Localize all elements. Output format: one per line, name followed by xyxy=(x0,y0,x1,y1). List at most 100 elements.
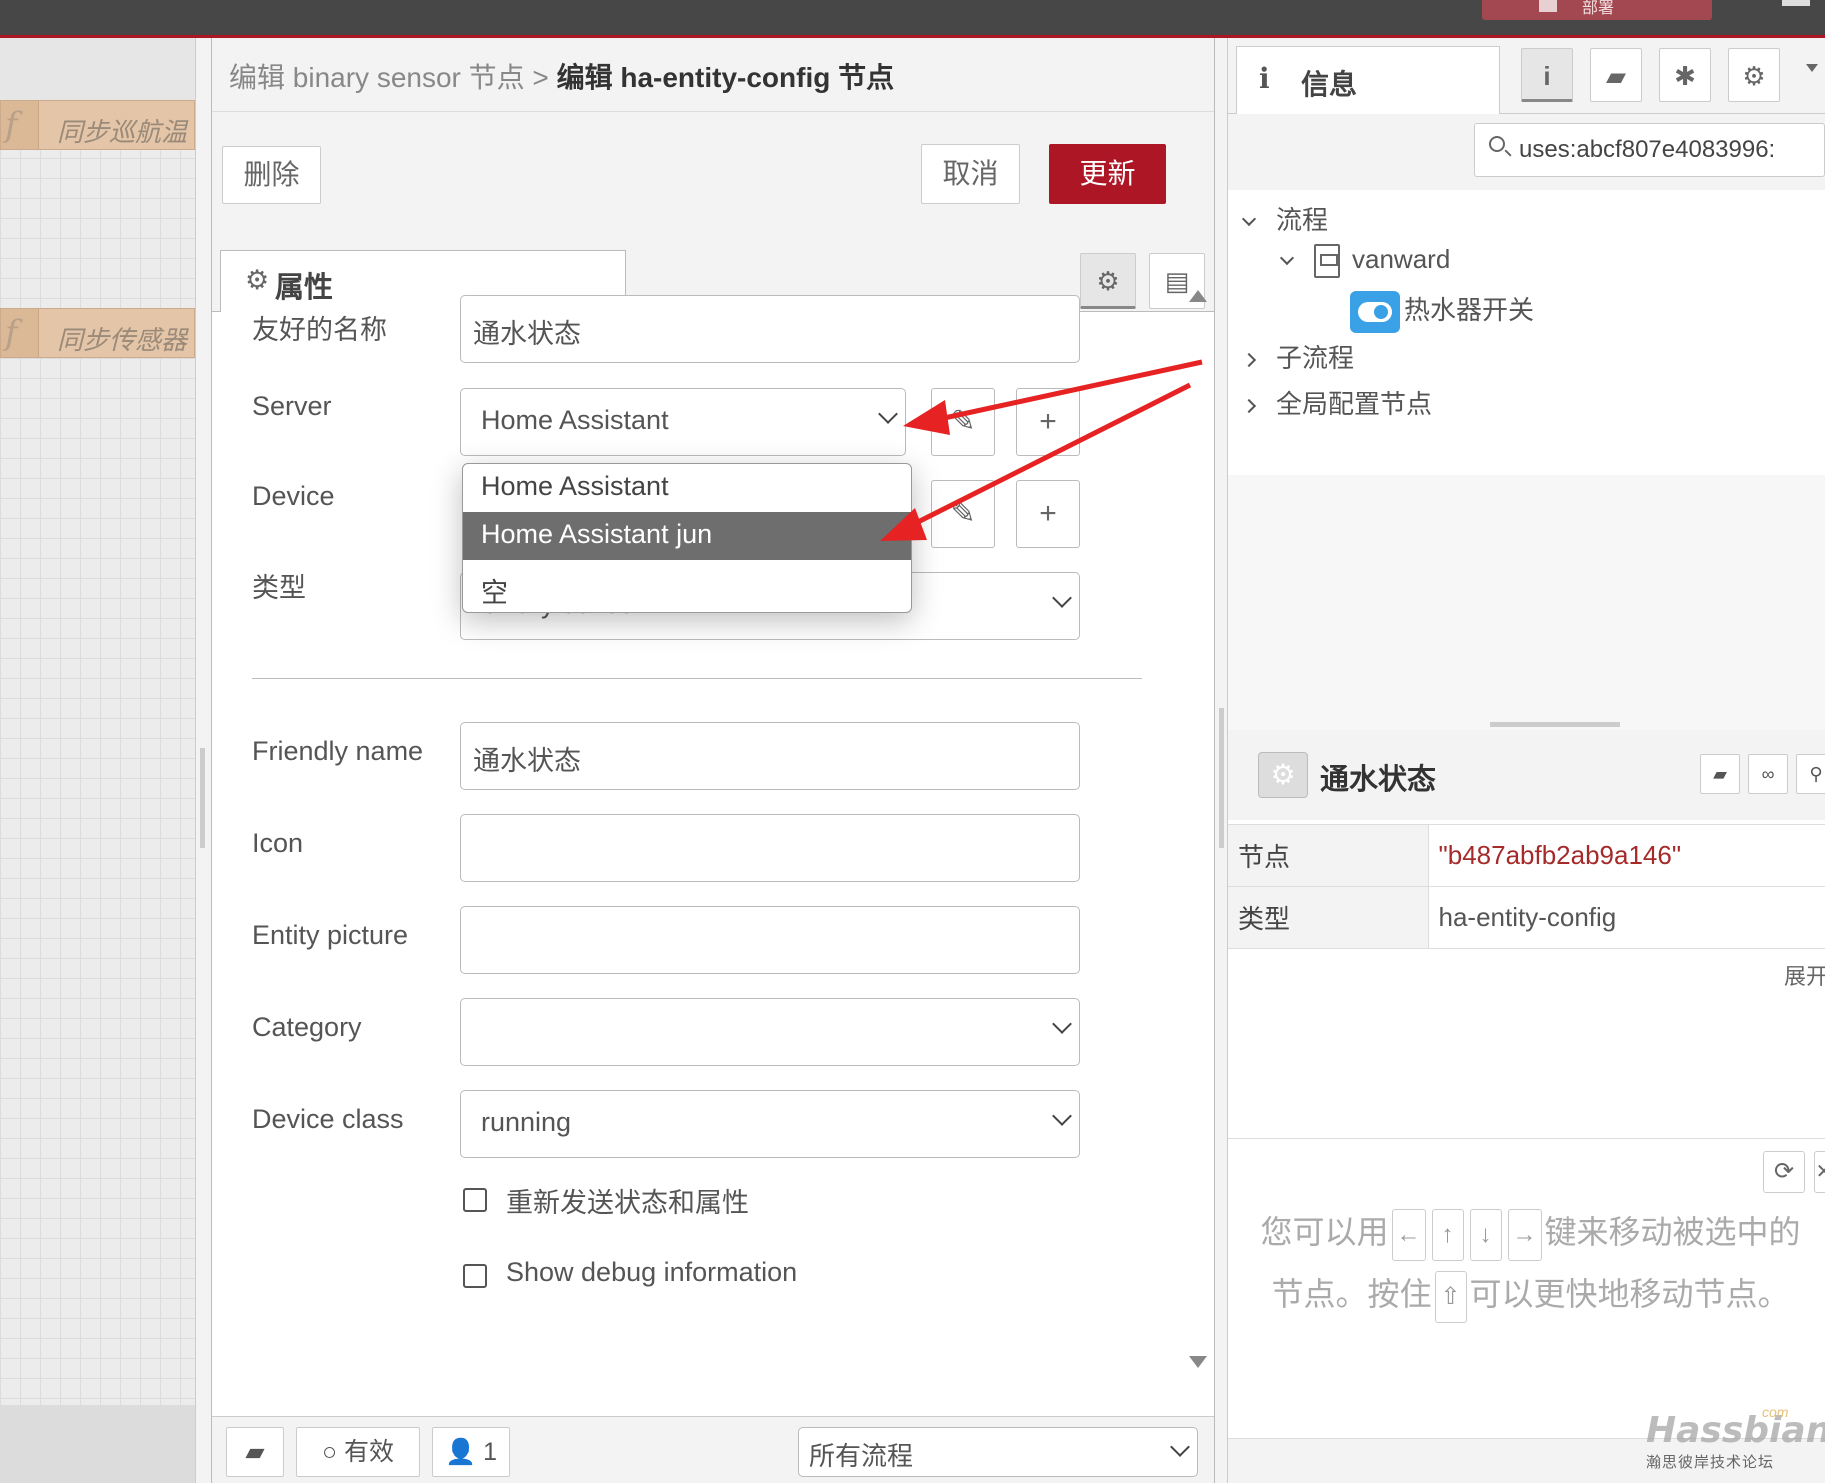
function-icon: f xyxy=(5,313,18,353)
expand-link[interactable]: 展开 xyxy=(1784,959,1825,991)
add-server-plus-icon[interactable]: + xyxy=(1016,388,1080,456)
enabled-label: 有效 xyxy=(344,1438,395,1466)
canvas-node-function[interactable]: f 同步巡航温 xyxy=(0,100,195,150)
tree-item-global-config[interactable]: 全局配置节点 xyxy=(1241,384,1433,421)
user-icon: 👤 xyxy=(445,1438,477,1466)
chevron-right-icon xyxy=(1241,352,1257,368)
main-menu-icon[interactable] xyxy=(1782,0,1810,6)
sidebar-help-book-icon[interactable]: ▰ xyxy=(1590,48,1642,102)
tree-item-label: 热水器开关 xyxy=(1404,295,1535,325)
icon-field-label: Icon xyxy=(252,828,304,858)
friendly-name-cn-label: 友好的名称 xyxy=(252,315,387,345)
icon-input[interactable] xyxy=(460,814,1080,882)
gear-icon: ⚙ xyxy=(245,265,270,295)
search-icon[interactable]: ⚲ xyxy=(1796,754,1825,794)
canvas-node-label: 同步巡航温 xyxy=(57,117,188,147)
tree-item-subflows[interactable]: 子流程 xyxy=(1241,338,1355,375)
breadcrumb-parent[interactable]: 编辑 binary sensor 节点 > xyxy=(229,62,549,93)
edit-server-pencil-icon[interactable]: ✎ xyxy=(931,388,995,456)
editor-splitter[interactable] xyxy=(195,38,211,1483)
pane-resizer[interactable] xyxy=(1490,722,1620,727)
deploy-icon xyxy=(1539,0,1557,12)
info-sidebar: i 信息 i ▰ ✱ ⚙ uses:abcf807e4083996: 流程 va… xyxy=(1228,38,1825,1483)
device-class-select[interactable]: running xyxy=(460,1090,1080,1158)
add-device-plus-icon[interactable]: + xyxy=(1016,480,1080,548)
update-button[interactable]: 更新 xyxy=(1049,144,1166,204)
toggle-switch-icon xyxy=(1350,291,1400,334)
editor-titlebar: 编辑 binary sensor 节点 > 编辑 ha-entity-confi… xyxy=(212,38,1214,112)
tree-item-label: vanward xyxy=(1352,244,1451,274)
breadcrumb: 编辑 binary sensor 节点 > 编辑 ha-entity-confi… xyxy=(229,56,894,96)
tab-info-label: 信息 xyxy=(1301,69,1358,100)
category-select[interactable] xyxy=(460,998,1080,1066)
edit-device-pencil-icon[interactable]: ✎ xyxy=(931,480,995,548)
users-button[interactable]: 👤 1 xyxy=(432,1427,510,1477)
refresh-icon[interactable]: ⟳ xyxy=(1763,1151,1805,1193)
flow-canvas[interactable]: f 同步巡航温 f 同步传感器 xyxy=(0,38,195,1483)
property-key: 类型 xyxy=(1228,886,1429,949)
node-info-header: ⚙ 通水状态 ▰ ∞ ⚲ xyxy=(1228,730,1825,820)
scope-select-value: 所有流程 xyxy=(809,1441,914,1471)
table-row: 节点 "b487abfb2ab9a146" xyxy=(1228,824,1825,887)
debug-checkbox[interactable] xyxy=(463,1264,487,1288)
node-editor-tray: 编辑 binary sensor 节点 > 编辑 ha-entity-confi… xyxy=(211,38,1215,1483)
splitter-grip[interactable] xyxy=(200,748,205,848)
sidebar-menu-caret-icon[interactable] xyxy=(1806,64,1818,72)
settings-tab-gear-icon[interactable]: ⚙ xyxy=(1080,253,1136,309)
dropdown-option-highlighted[interactable]: Home Assistant jun xyxy=(463,512,911,560)
enabled-toggle[interactable]: ○ 有效 xyxy=(296,1427,420,1477)
sidebar-info-icon[interactable]: i xyxy=(1521,48,1573,102)
delete-button[interactable]: 删除 xyxy=(222,146,321,204)
tree-item-flows[interactable]: 流程 xyxy=(1241,200,1328,237)
tree-item-label: 全局配置节点 xyxy=(1276,389,1433,419)
sidebar-config-gear-icon[interactable]: ⚙ xyxy=(1728,48,1780,102)
outline-tree: 流程 vanward 热水器开关 子流程 全局配置节点 xyxy=(1228,190,1825,475)
dropdown-option[interactable]: Home Assistant xyxy=(463,464,911,512)
node-properties-table: 节点 "b487abfb2ab9a146" 类型 ha-entity-confi… xyxy=(1228,824,1825,949)
tree-item-flow[interactable]: vanward xyxy=(1279,244,1451,279)
users-count: 1 xyxy=(483,1438,497,1466)
property-value: ha-entity-config xyxy=(1428,886,1825,949)
tree-item-label: 子流程 xyxy=(1276,343,1355,373)
search-icon xyxy=(1489,136,1505,152)
scope-select[interactable]: 所有流程 xyxy=(798,1427,1198,1477)
tree-item-node[interactable]: 热水器开关 xyxy=(1350,290,1535,334)
scroll-up-arrow-icon[interactable] xyxy=(1189,290,1207,302)
server-dropdown-menu: Home Assistant Home Assistant jun 空 xyxy=(462,463,912,613)
property-value[interactable]: "b487abfb2ab9a146" xyxy=(1428,824,1825,887)
link-icon[interactable]: ∞ xyxy=(1748,754,1788,794)
type-label: 类型 xyxy=(252,573,306,603)
sidebar-debug-bug-icon[interactable]: ✱ xyxy=(1659,48,1711,102)
node-help-book-icon[interactable]: ▰ xyxy=(226,1427,284,1477)
sidebar-splitter[interactable] xyxy=(1215,38,1228,1483)
debug-label: Show debug information xyxy=(506,1257,798,1287)
property-key: 节点 xyxy=(1228,824,1429,887)
cancel-button[interactable]: 取消 xyxy=(921,144,1020,204)
chevron-down-icon xyxy=(878,404,898,424)
dropdown-option[interactable]: 空 xyxy=(463,564,911,612)
splitter-grip[interactable] xyxy=(1219,708,1224,848)
friendly-name-cn-input[interactable]: 通水状态 xyxy=(460,295,1080,363)
entity-picture-label: Entity picture xyxy=(252,920,409,950)
canvas-node-label: 同步传感器 xyxy=(57,325,188,355)
close-icon[interactable]: ✕ xyxy=(1814,1151,1825,1193)
deploy-button[interactable]: 部署 xyxy=(1482,0,1712,20)
sidebar-search-input[interactable]: uses:abcf807e4083996: xyxy=(1474,123,1825,177)
server-select[interactable]: Home Assistant xyxy=(460,388,906,456)
entity-picture-input[interactable] xyxy=(460,906,1080,974)
resend-label: 重新发送状态和属性 xyxy=(506,1188,749,1218)
server-select-value: Home Assistant xyxy=(481,405,669,435)
chevron-right-icon xyxy=(1241,398,1257,414)
tab-info[interactable]: i 信息 xyxy=(1236,46,1500,115)
resend-checkbox[interactable] xyxy=(463,1188,487,1212)
scroll-down-arrow-icon[interactable] xyxy=(1189,1356,1207,1368)
chevron-down-icon xyxy=(1279,250,1295,266)
device-label: Device xyxy=(252,481,335,511)
function-icon: f xyxy=(5,105,18,145)
watermark-subtitle: 瀚思彼岸技术论坛 xyxy=(1646,1454,1775,1471)
friendly-name-input[interactable]: 通水状态 xyxy=(460,722,1080,790)
show-help-book-icon[interactable]: ▰ xyxy=(1700,754,1740,794)
breadcrumb-current: 编辑 ha-entity-config 节点 xyxy=(556,62,895,93)
deploy-label: 部署 xyxy=(1582,0,1615,17)
canvas-node-function[interactable]: f 同步传感器 xyxy=(0,308,195,358)
